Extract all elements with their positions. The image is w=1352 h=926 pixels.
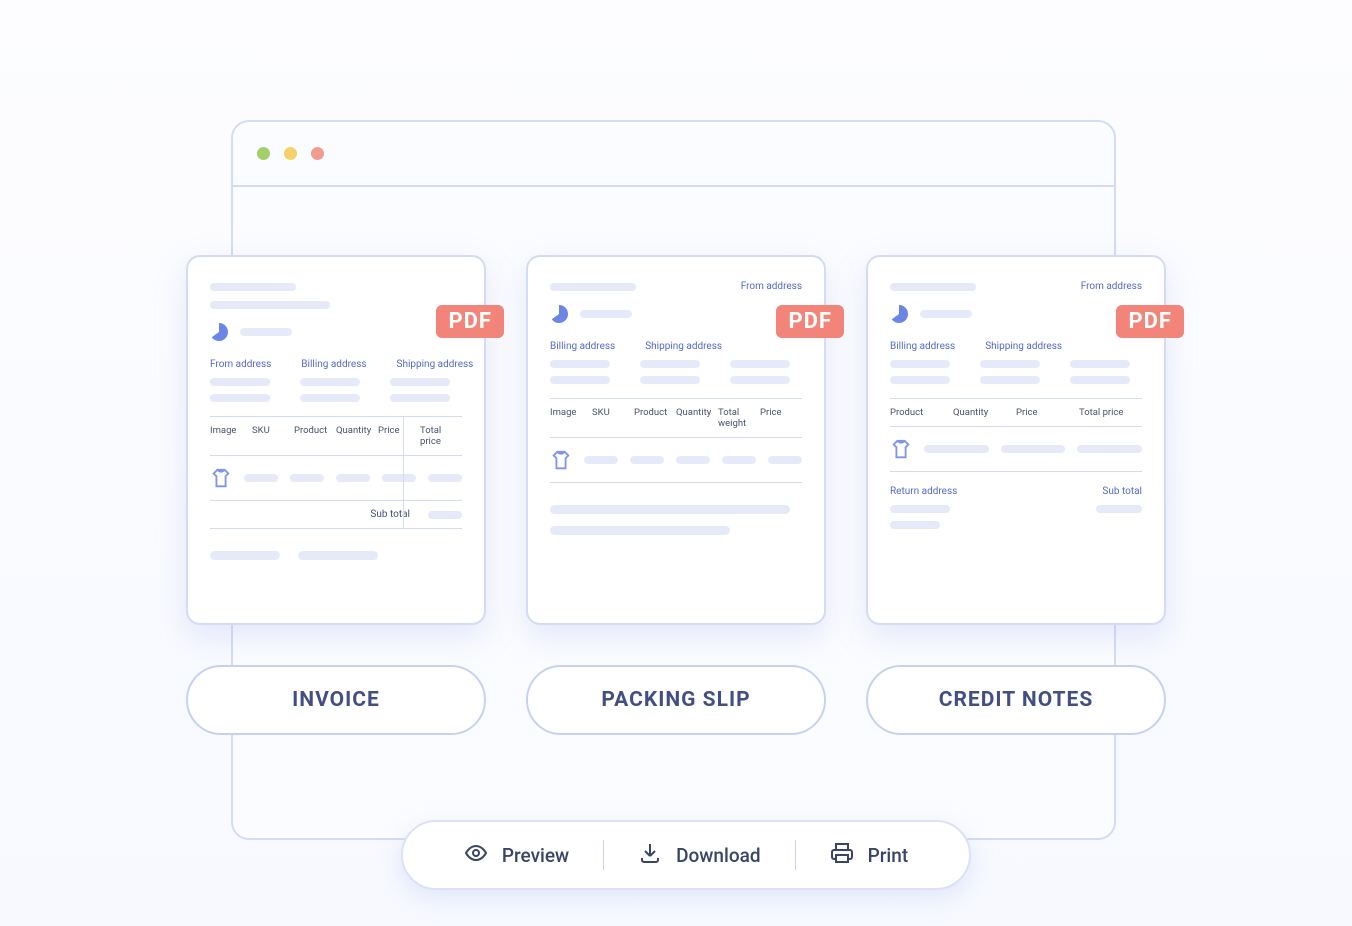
label-billing-address: Billing address [550,341,615,352]
tshirt-icon [550,450,572,470]
credit-notes-button-label: CREDIT NOTES [939,688,1094,712]
preview-label: Preview [502,844,569,867]
tshirt-icon [890,439,912,459]
logo-icon [890,305,908,323]
col-total-weight: Total weight [718,407,760,429]
invoice-card: PDF From address Billing address Shippin… [186,255,486,625]
label-billing-address: Billing address [890,341,955,352]
invoice-address-labels: From address Billing address Shipping ad… [210,359,462,370]
print-label: Print [868,844,909,867]
subtotal-row: Sub total [210,501,462,529]
col-quantity: Quantity [336,425,378,447]
browser-titlebar [233,122,1114,187]
print-button[interactable]: Print [796,841,943,870]
packing-address-labels: Billing address Shipping address [550,341,802,352]
feature-illustration: PDF From address Billing address Shippin… [0,0,1352,926]
col-price: Price [760,407,802,429]
label-shipping-address: Shipping address [985,341,1062,352]
packing-slip-button-label: PACKING SLIP [601,688,750,712]
invoice-button[interactable]: INVOICE [186,665,486,735]
download-label: Download [676,844,760,867]
traffic-light-minimize-icon [284,147,297,160]
col-total-price: Total price [420,425,462,447]
invoice-table: Image SKU Product Quantity Price Total p… [210,416,462,529]
col-price: Price [1016,407,1079,418]
label-return-address: Return address [890,486,957,497]
col-sku: SKU [252,425,294,447]
col-total-price: Total price [1079,407,1142,418]
invoice-button-label: INVOICE [292,688,380,712]
preview-button[interactable]: Preview [430,841,603,870]
credit-notes-card: PDF From address Billing address Shippin… [866,255,1166,625]
packing-table: Image SKU Product Quantity Total weight … [550,398,802,483]
label-from-address: From address [741,281,802,292]
label-subtotal: Sub total [370,509,410,520]
label-billing-address: Billing address [301,359,366,370]
download-button[interactable]: Download [604,841,794,870]
col-sku: SKU [592,407,634,429]
label-from-address: From address [1081,281,1142,292]
col-quantity: Quantity [676,407,718,429]
credit-table: Product Quantity Price Total price [890,398,1142,472]
download-icon [638,841,662,870]
tshirt-icon [210,468,232,488]
traffic-light-zoom-icon [311,147,324,160]
logo-icon [550,305,568,323]
table-row [210,456,462,501]
col-price: Price [378,425,420,447]
credit-return-subtotal: Return address Sub total [890,486,1142,529]
col-image: Image [550,407,592,429]
table-row [890,427,1142,472]
action-bar: Preview Download Print [401,820,971,890]
label-subtotal: Sub total [1102,486,1142,497]
col-image: Image [210,425,252,447]
logo-icon [210,323,228,341]
col-product: Product [634,407,676,429]
stage: PDF From address Billing address Shippin… [121,30,1231,926]
label-shipping-address: Shipping address [397,359,474,370]
eye-icon [464,841,488,870]
credit-notes-button[interactable]: CREDIT NOTES [866,665,1166,735]
label-from-address: From address [210,359,271,370]
col-quantity: Quantity [953,407,1016,418]
col-product: Product [294,425,336,447]
traffic-light-close-icon [257,147,270,160]
printer-icon [830,841,854,870]
packing-slip-button[interactable]: PACKING SLIP [526,665,826,735]
label-shipping-address: Shipping address [645,341,722,352]
col-product: Product [890,407,953,418]
credit-address-labels: Billing address Shipping address [890,341,1142,352]
packing-slip-card: PDF From address Billing address Shippin… [526,255,826,625]
table-row [550,438,802,483]
